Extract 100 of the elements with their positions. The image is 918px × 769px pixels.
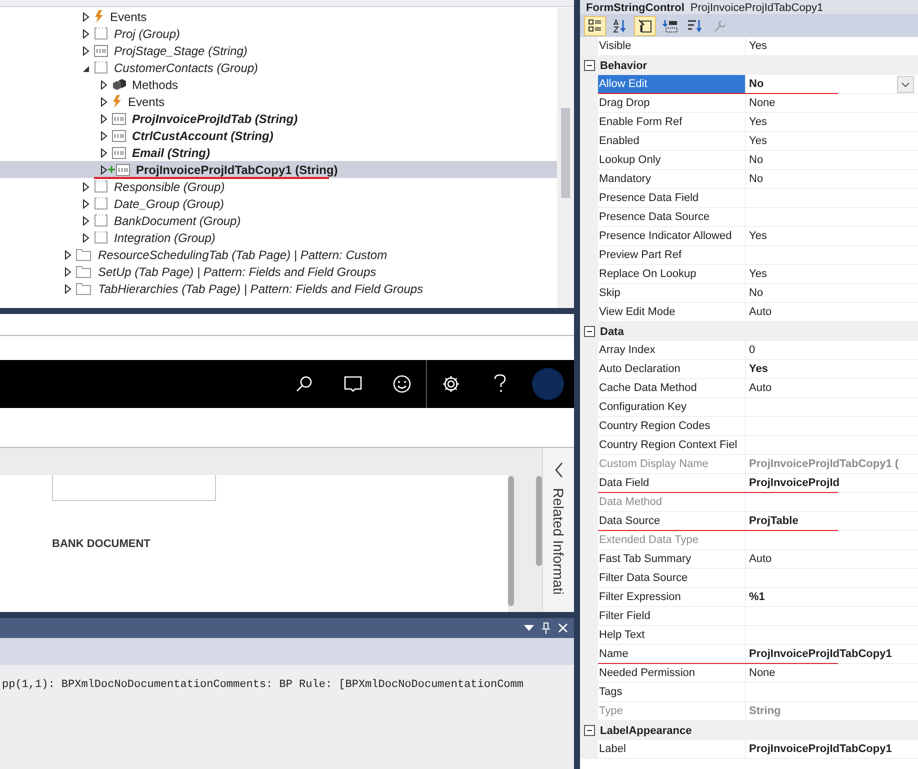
property-name[interactable]: Enable Form Ref	[598, 113, 746, 132]
tree-row[interactable]: BankDocument (Group)	[0, 212, 557, 229]
expand-arrow-icon[interactable]	[64, 266, 72, 276]
scrollbar-thumb[interactable]	[536, 476, 542, 566]
property-name[interactable]: Filter Data Source	[598, 569, 746, 588]
property-name[interactable]: Help Text	[598, 626, 746, 645]
property-name[interactable]: Filter Expression	[598, 588, 746, 607]
property-name[interactable]: Presence Data Field	[598, 189, 746, 208]
property-name[interactable]: Presence Data Source	[598, 208, 746, 227]
expand-arrow-icon[interactable]	[82, 198, 90, 208]
tree-row[interactable]: Integration (Group)	[0, 229, 557, 246]
property-name[interactable]: Allow Edit	[598, 75, 746, 94]
property-name[interactable]: Configuration Key	[598, 398, 746, 417]
property-name[interactable]: Tags	[598, 683, 746, 702]
property-name[interactable]: Preview Part Ref	[598, 246, 746, 265]
tree-item-label: Integration (Group)	[114, 230, 216, 244]
tree-row[interactable]: CustomerContacts (Group)	[0, 59, 557, 76]
expand-arrow-icon[interactable]	[82, 216, 90, 226]
expand-arrow-icon[interactable]	[100, 114, 108, 124]
tree-item-label: ProjInvoiceProjIdTabCopy1 (String)	[136, 162, 338, 176]
expand-arrow-icon[interactable]	[100, 164, 108, 174]
property-name[interactable]: Mandatory	[598, 170, 746, 189]
selected-tree-row[interactable]: ProjInvoiceProjIdTabCopy1 (String)	[0, 161, 557, 178]
property-name[interactable]: Drag Drop	[598, 94, 746, 113]
property-name[interactable]: Filter Field	[598, 607, 746, 626]
expand-arrow-icon[interactable]	[100, 96, 108, 106]
dropdown-arrow-icon[interactable]	[524, 625, 534, 631]
expand-arrow-icon[interactable]	[82, 12, 90, 22]
side-panel-title[interactable]: Related Informati	[550, 488, 566, 595]
group-bracket-icon	[94, 61, 108, 74]
property-name[interactable]: Label	[598, 740, 746, 759]
tree-row[interactable]: SetUp (Tab Page) | Pattern: Fields and Field Groups	[0, 263, 557, 280]
property-name[interactable]: Fast Tab Summary	[598, 550, 746, 569]
scrollbar[interactable]	[557, 8, 574, 308]
property-name[interactable]: Presence Indicator Allowed	[598, 227, 746, 246]
tree-item-label: SetUp (Tab Page) | Pattern: Fields and Field Groups	[98, 264, 376, 278]
tree-row[interactable]: Proj (Group)	[0, 25, 557, 42]
property-name[interactable]: Data Source	[598, 512, 746, 531]
tree-row[interactable]: TabHierarchies (Tab Page) | Pattern: Fields and Field Groups	[0, 280, 557, 297]
tree-row[interactable]: Methods	[0, 76, 557, 93]
sort-alphabetical-icon	[613, 18, 627, 32]
row-gutter	[580, 37, 598, 56]
property-name[interactable]: Auto Declaration	[598, 360, 746, 379]
collapse-box-icon[interactable]	[584, 60, 594, 71]
category-row[interactable]: LabelAppearance	[580, 721, 918, 740]
tree-row[interactable]: Events	[0, 8, 557, 25]
category-row[interactable]: Behavior	[580, 56, 918, 75]
expand-arrow-icon[interactable]	[82, 182, 90, 192]
tree-row[interactable]: Events	[0, 93, 557, 110]
property-name[interactable]: Array Index	[598, 341, 746, 360]
properties-icon	[638, 18, 652, 32]
pin-icon[interactable]	[542, 622, 550, 634]
tree-item-label: Methods	[132, 78, 178, 92]
tree-item-label: Email (String)	[132, 146, 210, 160]
tree-row[interactable]: ProjStage_Stage (String)	[0, 42, 557, 59]
tree-item-label: ProjStage_Stage (String)	[114, 44, 248, 58]
expand-arrow-icon[interactable]	[82, 46, 90, 56]
expand-arrow-icon[interactable]	[64, 250, 72, 260]
category-row[interactable]: Data	[580, 322, 918, 341]
tree-item-label: CtrlCustAccount (String)	[132, 128, 274, 142]
tree-item-label: CustomerContacts (Group)	[114, 60, 258, 74]
string-control-icon	[116, 164, 130, 176]
sort-list-icon	[687, 18, 703, 32]
property-name[interactable]: Country Region Context Fiel	[598, 436, 746, 455]
folder-icon	[76, 248, 92, 261]
chevron-left-icon[interactable]	[554, 462, 564, 478]
expand-arrow-icon[interactable]	[100, 148, 108, 158]
tree-row[interactable]: Email (String)	[0, 144, 557, 161]
property-name[interactable]: Name	[598, 645, 746, 664]
scrollbar-thumb[interactable]	[508, 476, 514, 606]
property-name[interactable]: Needed Permission	[598, 664, 746, 683]
tree-row[interactable]: ProjInvoiceProjIdTab (String)	[0, 110, 557, 127]
expand-arrow-icon[interactable]	[82, 232, 90, 242]
tree-row[interactable]: Date_Group (Group)	[0, 195, 557, 212]
property-name[interactable]: Replace On Lookup	[598, 265, 746, 284]
property-name[interactable]: Data Field	[598, 474, 746, 493]
expand-arrow-icon[interactable]	[100, 80, 108, 90]
tree-item-label: Events	[128, 94, 165, 108]
tree-row[interactable]: Responsible (Group)	[0, 178, 557, 195]
property-name[interactable]: Country Region Codes	[598, 417, 746, 436]
expand-arrow-icon[interactable]	[64, 284, 72, 294]
property-name[interactable]: Skip	[598, 284, 746, 303]
property-name[interactable]: Visible	[598, 37, 746, 56]
expand-arrow-icon[interactable]	[100, 130, 108, 140]
property-name[interactable]: Cache Data Method	[598, 379, 746, 398]
expand-arrow-icon[interactable]	[82, 28, 90, 38]
categorized-list-icon	[588, 18, 602, 32]
toolbar-button[interactable]	[634, 16, 656, 36]
dropdown-button[interactable]	[897, 76, 914, 93]
input-field[interactable]	[52, 475, 216, 501]
settings-icon	[442, 375, 460, 393]
property-name[interactable]: View Edit Mode	[598, 303, 746, 322]
close-icon[interactable]	[558, 623, 568, 633]
property-name[interactable]: Enabled	[598, 132, 746, 151]
toolbar-button[interactable]	[584, 16, 606, 36]
property-name[interactable]: Lookup Only	[598, 151, 746, 170]
tree-row[interactable]: CtrlCustAccount (String)	[0, 127, 557, 144]
tree-row[interactable]: ResourceSchedulingTab (Tab Page) | Pattern: Custom	[0, 246, 557, 263]
collapse-box-icon[interactable]	[584, 326, 594, 337]
collapse-box-icon[interactable]	[584, 725, 594, 736]
